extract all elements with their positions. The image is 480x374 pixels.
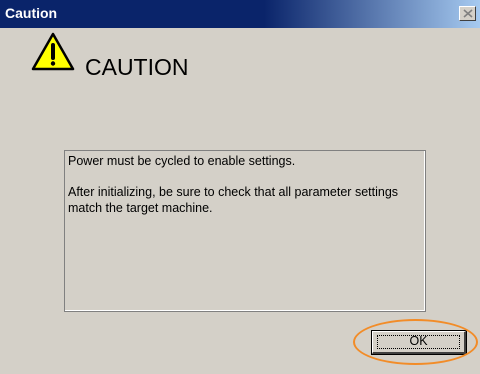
caution-heading: CAUTION	[85, 54, 189, 80]
message-box: Power must be cycled to enable settings.…	[64, 150, 426, 312]
caution-dialog: Caution CAUTION Power must be cycled to …	[0, 0, 480, 374]
ok-button[interactable]: OK	[371, 330, 467, 355]
close-button[interactable]	[459, 6, 476, 21]
close-icon	[463, 9, 473, 18]
ok-button-label: OK	[409, 334, 428, 348]
window-title: Caution	[5, 5, 58, 21]
message-line-power: Power must be cycled to enable settings.	[68, 154, 296, 168]
warning-triangle-icon	[31, 32, 75, 71]
title-bar[interactable]: Caution	[0, 0, 480, 28]
message-line-check: After initializing, be sure to check tha…	[68, 185, 399, 215]
